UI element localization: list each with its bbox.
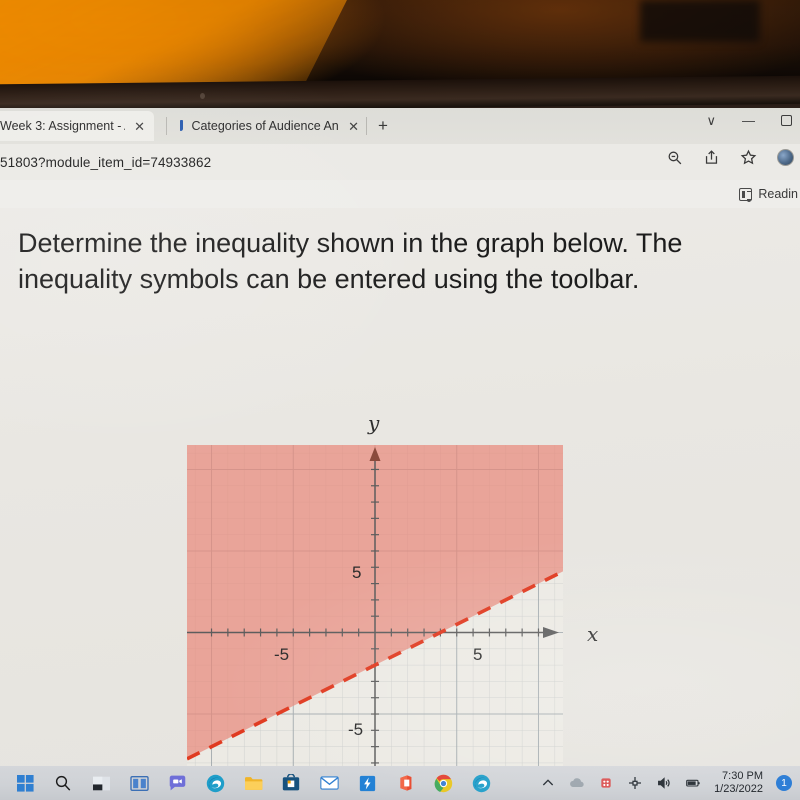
zoom-search-icon[interactable] — [666, 149, 683, 166]
cloud-icon[interactable] — [569, 775, 585, 791]
edge-browser-icon[interactable] — [196, 766, 234, 800]
url-text[interactable]: 51803?module_item_id=74933862 — [0, 155, 211, 170]
clock-time: 7:30 PM — [722, 769, 763, 782]
mail-icon[interactable] — [310, 766, 348, 800]
speaker-icon[interactable] — [656, 775, 672, 791]
screen-photo: Week 3: Assignment - Audience ✕ Categori… — [0, 0, 800, 800]
address-bar[interactable]: 51803?module_item_id=74933862 — [0, 144, 800, 180]
x-tick-label-5: 5 — [473, 645, 483, 664]
window-controls: ∨ — — [706, 114, 792, 127]
chevron-down-icon[interactable]: ∨ — [706, 114, 716, 127]
minimize-icon[interactable]: — — [742, 114, 755, 127]
dark-room-shape — [640, 0, 760, 42]
tab-divider — [166, 117, 167, 135]
chat-teams-icon[interactable] — [158, 766, 196, 800]
webcam-dot-icon — [200, 93, 205, 99]
taskbar-clock[interactable]: 7:30 PM 1/23/2022 — [714, 770, 763, 797]
share-icon[interactable] — [703, 149, 720, 166]
favorites-bar: Readin — [0, 180, 800, 208]
reading-list-label: Readin — [758, 187, 798, 201]
store-icon[interactable] — [272, 766, 310, 800]
tab-title: Week 3: Assignment - Audience — [0, 119, 125, 133]
orange-light-panel — [0, 0, 350, 94]
tab-title: Categories of Audience Analysis — [191, 119, 339, 133]
x-axis-label: x — [587, 622, 599, 646]
question-text: Determine the inequality shown in the gr… — [18, 228, 683, 294]
new-tab-button[interactable]: + — [378, 117, 388, 134]
close-icon[interactable]: ✕ — [131, 118, 148, 135]
inequality-graph: y x -5 5 5 -5 — [186, 411, 598, 766]
search-icon[interactable] — [44, 766, 82, 800]
y-axis-label: y — [368, 411, 380, 435]
bookmark-icon — [178, 119, 185, 133]
battery-icon[interactable] — [685, 775, 701, 791]
notification-badge[interactable]: 1 — [776, 775, 792, 791]
page-content: Determine the inequality shown in the gr… — [0, 208, 800, 766]
edge-browser-icon-2[interactable] — [462, 766, 500, 800]
x-tick-label-neg5: -5 — [274, 645, 290, 664]
restore-icon[interactable] — [781, 115, 792, 126]
office-icon[interactable] — [386, 766, 424, 800]
system-tray: 7:30 PM 1/23/2022 1 — [540, 766, 796, 800]
taskbar-app-icons — [0, 766, 500, 800]
y-tick-label-neg5: -5 — [348, 720, 364, 739]
network-icon[interactable] — [627, 775, 643, 791]
graph-canvas — [186, 445, 564, 766]
toolbar-icons — [666, 149, 794, 166]
tab-strip: Week 3: Assignment - Audience ✕ Categori… — [0, 108, 800, 144]
windows-taskbar: 7:30 PM 1/23/2022 1 — [0, 766, 800, 800]
chrome-browser-icon[interactable] — [424, 766, 462, 800]
clock-date: 1/23/2022 — [714, 783, 763, 795]
task-view-icon[interactable] — [120, 766, 158, 800]
windows-start-icon[interactable] — [6, 766, 44, 800]
favorite-star-icon[interactable] — [740, 149, 757, 166]
shortcut-blue-icon[interactable] — [348, 766, 386, 800]
reading-list-icon — [739, 187, 753, 201]
folder-icon[interactable] — [234, 766, 272, 800]
reading-list-button[interactable]: Readin — [739, 187, 798, 201]
tab-divider — [366, 117, 367, 135]
y-tick-label-5: 5 — [352, 563, 362, 582]
close-icon[interactable]: ✕ — [345, 118, 362, 135]
profile-avatar[interactable] — [777, 149, 794, 166]
laptop-bezel-and-room — [0, 0, 800, 113]
browser-window: Week 3: Assignment - Audience ✕ Categori… — [0, 108, 800, 766]
tab-categories-audience-analysis[interactable]: Categories of Audience Analysis ✕ — [172, 111, 368, 141]
file-explorer-icon[interactable] — [82, 766, 120, 800]
tab-week3-assignment[interactable]: Week 3: Assignment - Audience ✕ — [0, 111, 154, 141]
chevron-up-icon[interactable] — [540, 775, 556, 791]
shield-red-icon[interactable] — [598, 775, 614, 791]
